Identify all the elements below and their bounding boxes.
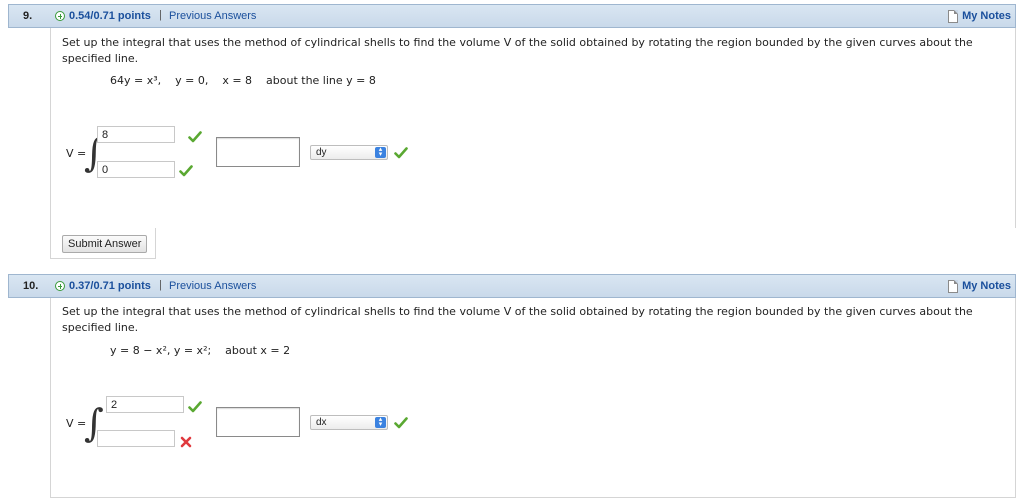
note-icon [948,9,959,23]
question-equation: 64y = x³, y = 0, x = 8 about the line y … [110,74,376,87]
question-equation: y = 8 − x², y = x²; about x = 2 [110,344,291,357]
question-prompt: Set up the integral that uses the method… [62,305,973,334]
plus-icon[interactable] [55,281,65,291]
my-notes-label: My Notes [962,280,1011,292]
cross-icon [180,436,192,448]
check-icon [394,147,408,159]
previous-answers-link[interactable]: Previous Answers [169,10,256,22]
previous-answers-link[interactable]: Previous Answers [169,280,256,292]
points-link[interactable]: 0.54/0.71 points [55,10,151,22]
check-icon [179,165,193,177]
differential-selected-value: dy [316,147,327,158]
check-icon [188,131,202,143]
separator: | [159,279,162,291]
integrand-input[interactable] [216,137,300,167]
lower-limit-input[interactable]: 0 [97,161,175,178]
differential-selected-value: dx [316,417,327,428]
submit-answer-button[interactable]: Submit Answer [62,235,148,253]
plus-icon[interactable] [55,11,65,21]
question-number: 10. [23,280,39,292]
question-header: 10. 0.37/0.71 points | Previous Answers … [8,274,1016,298]
points-label: 0.37/0.71 points [69,280,151,292]
integrand-input[interactable] [216,407,300,437]
check-icon [188,401,202,413]
separator: | [159,9,162,21]
differential-select[interactable]: dx ▴ ▾ [310,415,388,430]
question-number: 9. [23,10,33,22]
my-notes-button[interactable]: My Notes [948,8,1011,24]
question-header: 9. 0.54/0.71 points | Previous Answers M… [8,4,1016,28]
points-link[interactable]: 0.37/0.71 points [55,280,151,292]
question-prompt: Set up the integral that uses the method… [62,36,973,65]
upper-limit-input[interactable]: 8 [97,126,175,143]
note-icon [948,279,959,293]
my-notes-label: My Notes [962,10,1011,22]
upper-limit-input[interactable]: 2 [106,396,184,413]
lower-limit-input[interactable] [97,430,175,447]
differential-select[interactable]: dy ▴ ▾ [310,145,388,160]
points-label: 0.54/0.71 points [69,10,151,22]
chevron-updown-icon[interactable]: ▴ ▾ [375,416,386,428]
my-notes-button[interactable]: My Notes [948,278,1011,294]
check-icon [394,417,408,429]
chevron-updown-icon[interactable]: ▴ ▾ [375,146,386,158]
